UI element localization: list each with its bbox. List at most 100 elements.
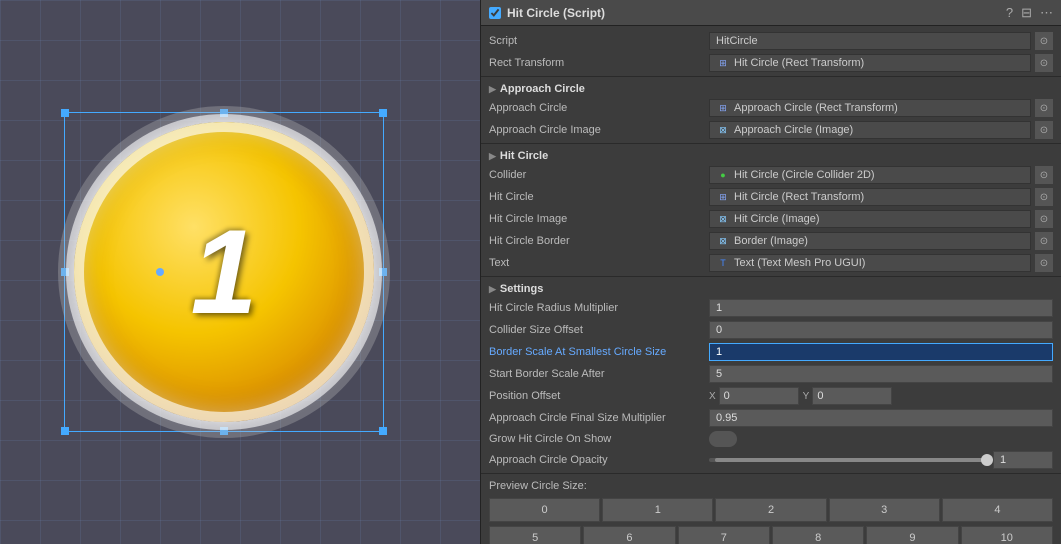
preview-btn-1[interactable]: 1 xyxy=(602,498,713,522)
hit-circle-prop-value: ⊞ Hit Circle (Rect Transform) ⊙ xyxy=(709,188,1053,206)
radius-multiplier-input[interactable]: 1 xyxy=(709,299,1053,317)
corner-bottom-mid[interactable] xyxy=(220,427,228,435)
help-icon[interactable]: ? xyxy=(1006,5,1013,21)
grow-hit-circle-row: Grow Hit Circle On Show xyxy=(481,429,1061,449)
preview-btn-3[interactable]: 3 xyxy=(829,498,940,522)
hit-circle-prop-label: Hit Circle xyxy=(489,191,709,203)
divider-3 xyxy=(481,276,1061,277)
position-offset-y[interactable]: 0 xyxy=(812,387,892,405)
corner-bottom-left[interactable] xyxy=(61,427,69,435)
approach-opacity-number[interactable]: 1 xyxy=(993,451,1053,469)
start-border-scale-label: Start Border Scale After xyxy=(489,368,709,380)
preview-btn-6[interactable]: 6 xyxy=(583,526,675,544)
layout-icon[interactable]: ⊟ xyxy=(1021,5,1032,21)
preview-buttons-container-2: 5 6 7 8 9 10 xyxy=(489,526,1053,544)
approach-circle-image-icon: ⊠ xyxy=(716,123,730,137)
approach-circle-ref[interactable]: ⊞ Approach Circle (Rect Transform) xyxy=(709,99,1031,117)
preview-buttons-row1: 0 1 2 3 4 xyxy=(481,496,1061,524)
divider-4 xyxy=(481,473,1061,474)
divider-2 xyxy=(481,143,1061,144)
preview-btn-7[interactable]: 7 xyxy=(678,526,770,544)
hit-circle: 1 xyxy=(74,122,374,422)
approach-circle-image-value: ⊠ Approach Circle (Image) ⊙ xyxy=(709,121,1053,139)
approach-circle-row: Approach Circle ⊞ Approach Circle (Rect … xyxy=(481,97,1061,119)
hit-circle-border-ref[interactable]: ⊠ Border (Image) xyxy=(709,232,1031,250)
collider-settings-btn[interactable]: ⊙ xyxy=(1035,166,1053,184)
rect-transform-settings-btn[interactable]: ⊙ xyxy=(1035,54,1053,72)
preview-btn-2[interactable]: 2 xyxy=(715,498,826,522)
rect-transform-label: Rect Transform xyxy=(489,57,709,69)
approach-circle-label: Approach Circle xyxy=(489,102,709,114)
hit-circle-image-value: ⊠ Hit Circle (Image) ⊙ xyxy=(709,210,1053,228)
hit-circle-prop-row: Hit Circle ⊞ Hit Circle (Rect Transform)… xyxy=(481,186,1061,208)
settings-title: Settings xyxy=(500,283,543,295)
header-icons: ? ⊟ ⋯ xyxy=(1006,5,1053,21)
text-settings-btn[interactable]: ⊙ xyxy=(1035,254,1053,272)
hit-circle-prop-settings-btn[interactable]: ⊙ xyxy=(1035,188,1053,206)
approach-circle-image-ref-value: Approach Circle (Image) xyxy=(734,124,853,136)
start-border-scale-input[interactable]: 5 xyxy=(709,365,1053,383)
preview-btn-9[interactable]: 9 xyxy=(866,526,958,544)
script-row: Script HitCircle ⊙ xyxy=(481,30,1061,52)
hit-circle-image-settings-btn[interactable]: ⊙ xyxy=(1035,210,1053,228)
y-label: Y xyxy=(803,391,810,402)
approach-circle-settings-btn[interactable]: ⊙ xyxy=(1035,99,1053,117)
text-ref[interactable]: T Text (Text Mesh Pro UGUI) xyxy=(709,254,1031,272)
hit-circle-image-icon: ⊠ xyxy=(716,212,730,226)
slider-fill xyxy=(715,458,987,462)
x-label: X xyxy=(709,391,716,402)
settings-section: ▶ Settings xyxy=(481,279,1061,297)
hit-circle-prop-ref[interactable]: ⊞ Hit Circle (Rect Transform) xyxy=(709,188,1031,206)
slider-thumb[interactable] xyxy=(981,454,993,466)
border-scale-input[interactable]: 1 xyxy=(709,343,1053,361)
corner-top-mid[interactable] xyxy=(220,109,228,117)
preview-btn-8[interactable]: 8 xyxy=(772,526,864,544)
grow-hit-circle-toggle[interactable] xyxy=(709,431,737,447)
collider-ref-value: Hit Circle (Circle Collider 2D) xyxy=(734,169,875,181)
approach-circle-value: ⊞ Approach Circle (Rect Transform) ⊙ xyxy=(709,99,1053,117)
corner-top-right[interactable] xyxy=(379,109,387,117)
radius-multiplier-label: Hit Circle Radius Multiplier xyxy=(489,302,709,314)
preview-btn-0[interactable]: 0 xyxy=(489,498,600,522)
collider-ref[interactable]: ● Hit Circle (Circle Collider 2D) xyxy=(709,166,1031,184)
approach-circle-image-row: Approach Circle Image ⊠ Approach Circle … xyxy=(481,119,1061,141)
border-scale-label: Border Scale At Smallest Circle Size xyxy=(489,346,709,358)
collider-offset-input[interactable]: 0 xyxy=(709,321,1053,339)
corner-top-left[interactable] xyxy=(61,109,69,117)
text-value: T Text (Text Mesh Pro UGUI) ⊙ xyxy=(709,254,1053,272)
approach-circle-ref-value: Approach Circle (Rect Transform) xyxy=(734,102,898,114)
position-offset-row: Position Offset X 0 Y 0 xyxy=(481,385,1061,407)
hit-circle-border-settings-btn[interactable]: ⊙ xyxy=(1035,232,1053,250)
preview-btn-4[interactable]: 4 xyxy=(942,498,1053,522)
position-offset-x[interactable]: 0 xyxy=(719,387,799,405)
approach-circle-image-settings-btn[interactable]: ⊙ xyxy=(1035,121,1053,139)
corner-mid-right[interactable] xyxy=(379,268,387,276)
border-scale-value: 1 xyxy=(709,343,1053,361)
divider-1 xyxy=(481,76,1061,77)
collider-offset-label: Collider Size Offset xyxy=(489,324,709,336)
grow-hit-circle-label: Grow Hit Circle On Show xyxy=(489,433,709,445)
script-settings-btn[interactable]: ⊙ xyxy=(1035,32,1053,50)
corner-mid-left[interactable] xyxy=(61,268,69,276)
preview-btn-5[interactable]: 5 xyxy=(489,526,581,544)
hit-circle-border-icon: ⊠ xyxy=(716,234,730,248)
collider-row: Collider ● Hit Circle (Circle Collider 2… xyxy=(481,164,1061,186)
hit-circle-number: 1 xyxy=(191,203,258,341)
approach-final-size-input[interactable]: 0.95 xyxy=(709,409,1053,427)
corner-bottom-right[interactable] xyxy=(379,427,387,435)
component-enable-checkbox[interactable] xyxy=(489,7,501,19)
start-border-scale-value: 5 xyxy=(709,365,1053,383)
settings-icon[interactable]: ⋯ xyxy=(1040,5,1053,21)
hit-circle-image-row: Hit Circle Image ⊠ Hit Circle (Image) ⊙ xyxy=(481,208,1061,230)
collider-value: ● Hit Circle (Circle Collider 2D) ⊙ xyxy=(709,166,1053,184)
text-row: Text T Text (Text Mesh Pro UGUI) ⊙ xyxy=(481,252,1061,274)
approach-opacity-slider: 1 xyxy=(709,451,1053,469)
preview-btn-10[interactable]: 10 xyxy=(961,526,1053,544)
rect-transform-ref[interactable]: ⊞ Hit Circle (Rect Transform) xyxy=(709,54,1031,72)
approach-circle-image-ref[interactable]: ⊠ Approach Circle (Image) xyxy=(709,121,1031,139)
approach-circle-arrow: ▶ xyxy=(489,84,496,95)
collider-offset-row: Collider Size Offset 0 xyxy=(481,319,1061,341)
hit-circle-image-ref[interactable]: ⊠ Hit Circle (Image) xyxy=(709,210,1031,228)
script-ref[interactable]: HitCircle xyxy=(709,32,1031,50)
slider-track[interactable] xyxy=(709,458,987,462)
